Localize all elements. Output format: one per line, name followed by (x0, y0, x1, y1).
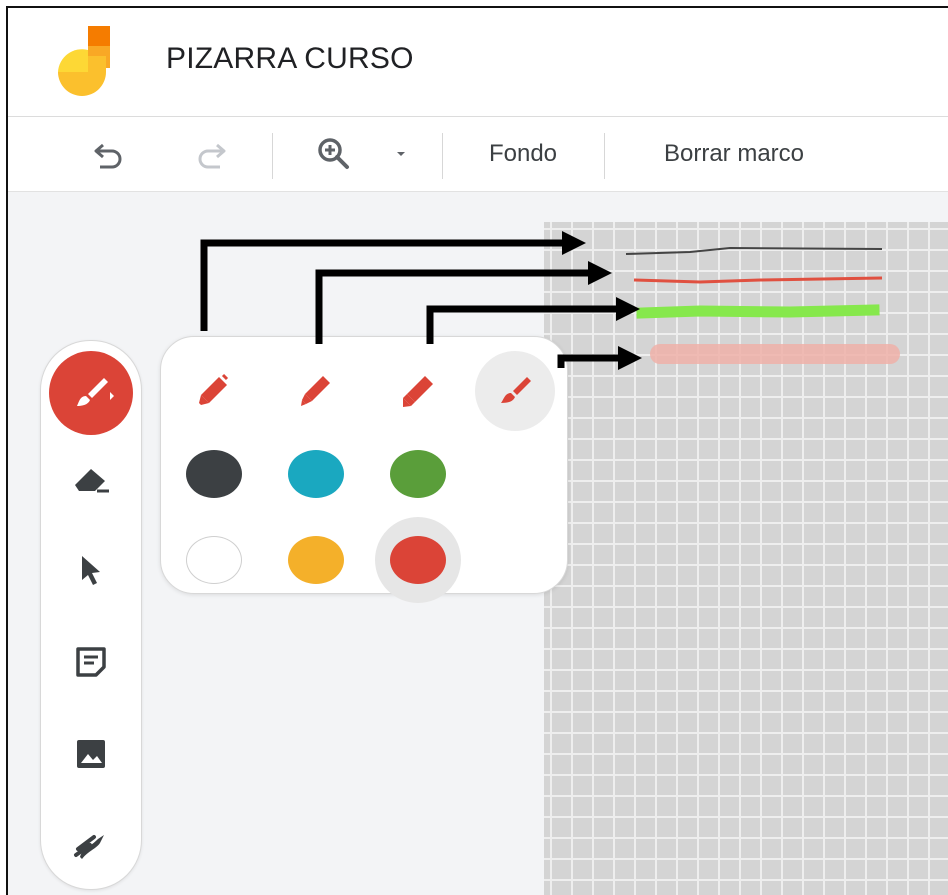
eraser-tool-button[interactable] (66, 453, 116, 503)
toolbar-divider (442, 133, 443, 179)
color-dot (186, 450, 242, 498)
sticky-note-icon (76, 647, 106, 677)
color-dot (390, 450, 446, 498)
app-title: PIZARRA CURSO (166, 42, 414, 75)
toolbar-divider (272, 133, 273, 179)
jamboard-logo (58, 26, 110, 96)
highlighter-icon (403, 376, 433, 407)
color-dot (390, 536, 446, 584)
eraser-icon (75, 469, 109, 493)
pen-tool-button[interactable] (49, 351, 133, 435)
zoom-button[interactable] (310, 131, 360, 177)
redo-icon (198, 143, 226, 169)
color-swatch-red[interactable] (375, 517, 461, 603)
app-window: PIZARRA CURSO Fondo Borrar marco (6, 6, 948, 895)
color-swatch-green[interactable] (375, 431, 461, 517)
toolbar: Fondo Borrar marco (8, 117, 948, 192)
brush-icon (77, 378, 114, 406)
brush-icon (501, 377, 531, 403)
zoom-dropdown-button[interactable] (386, 131, 416, 177)
brush-option[interactable] (475, 351, 555, 431)
side-toolbar (40, 340, 142, 890)
image-icon (77, 740, 105, 768)
marker-option[interactable] (275, 351, 355, 431)
sticky-note-tool-button[interactable] (66, 637, 116, 687)
laser-icon (74, 835, 104, 859)
toolbar-divider (604, 133, 605, 179)
image-tool-button[interactable] (66, 729, 116, 779)
title-bar: PIZARRA CURSO (8, 8, 948, 117)
whiteboard-canvas[interactable] (544, 222, 948, 895)
clear-frame-button[interactable]: Borrar marco (634, 131, 834, 177)
undo-button[interactable] (86, 131, 132, 177)
color-swatch-white[interactable] (171, 517, 257, 603)
marker-icon (301, 376, 330, 406)
undo-icon (94, 143, 122, 169)
redo-button[interactable] (188, 131, 234, 177)
color-swatch-blue[interactable] (273, 431, 359, 517)
background-button[interactable]: Fondo (468, 131, 578, 177)
cursor-icon (82, 556, 100, 585)
clear-frame-button-label: Borrar marco (663, 140, 805, 167)
dropdown-caret-icon (397, 152, 405, 156)
color-dot (186, 536, 242, 584)
zoom-in-icon (318, 138, 349, 169)
laser-tool-button[interactable] (66, 821, 116, 871)
highlighter-option[interactable] (377, 351, 457, 431)
select-tool-button[interactable] (66, 545, 116, 595)
background-button-label: Fondo (488, 140, 558, 167)
color-dot (288, 536, 344, 584)
pen-palette-popup (160, 336, 568, 603)
color-swatch-black[interactable] (171, 431, 257, 517)
color-dot (288, 450, 344, 498)
pen-option[interactable] (173, 351, 253, 431)
pen-icon (199, 373, 229, 405)
color-swatch-yellow[interactable] (273, 517, 359, 603)
